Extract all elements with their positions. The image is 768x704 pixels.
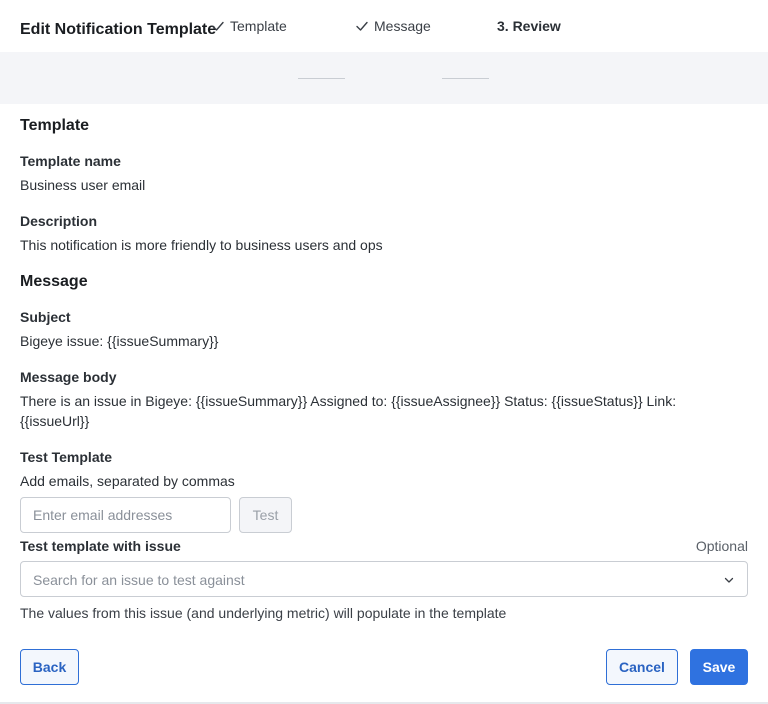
template-name-label: Template name xyxy=(20,153,121,169)
subject-label: Subject xyxy=(20,309,71,325)
test-button[interactable]: Test xyxy=(239,497,292,533)
step-message: Message xyxy=(355,17,431,35)
step-connector xyxy=(298,78,345,79)
optional-label: Optional xyxy=(695,538,748,554)
issue-hint: The values from this issue (and underlyi… xyxy=(20,605,507,621)
section-heading-message: Message xyxy=(20,273,88,290)
subject-value: Bigeye issue: {{issueSummary}} xyxy=(20,333,219,349)
section-heading-template: Template xyxy=(20,117,90,134)
check-icon xyxy=(356,21,368,31)
step-connector xyxy=(442,78,489,79)
test-template-label: Test Template xyxy=(20,449,113,465)
message-body-value: There is an issue in Bigeye: {{issueSumm… xyxy=(20,393,677,429)
step-label: Message xyxy=(374,18,431,34)
chevron-down-icon xyxy=(724,577,734,583)
check-icon xyxy=(212,21,224,31)
description-label: Description xyxy=(20,213,98,229)
message-body-label: Message body xyxy=(20,369,117,385)
emails-hint: Add emails, separated by commas xyxy=(20,473,235,489)
dialog-title: Edit Notification Template xyxy=(20,21,217,38)
step-label: 3. Review xyxy=(497,18,561,34)
email-addresses-input[interactable] xyxy=(20,497,231,533)
template-name-value: Business user email xyxy=(20,177,146,193)
cancel-button[interactable]: Cancel xyxy=(606,649,678,685)
description-value: This notification is more friendly to bu… xyxy=(20,237,383,253)
step-review: 3. Review xyxy=(497,17,561,35)
stepper xyxy=(0,52,768,104)
step-template: Template xyxy=(211,17,287,35)
test-issue-label: Test template with issue xyxy=(20,538,181,554)
edit-template-dialog: Edit Notification Template Template Mess… xyxy=(0,0,768,704)
save-button[interactable]: Save xyxy=(690,649,748,685)
issue-search-select[interactable]: Search for an issue to test against xyxy=(20,561,748,597)
back-button[interactable]: Back xyxy=(20,649,79,685)
step-label: Template xyxy=(230,18,287,34)
issue-search-placeholder: Search for an issue to test against xyxy=(33,572,245,588)
